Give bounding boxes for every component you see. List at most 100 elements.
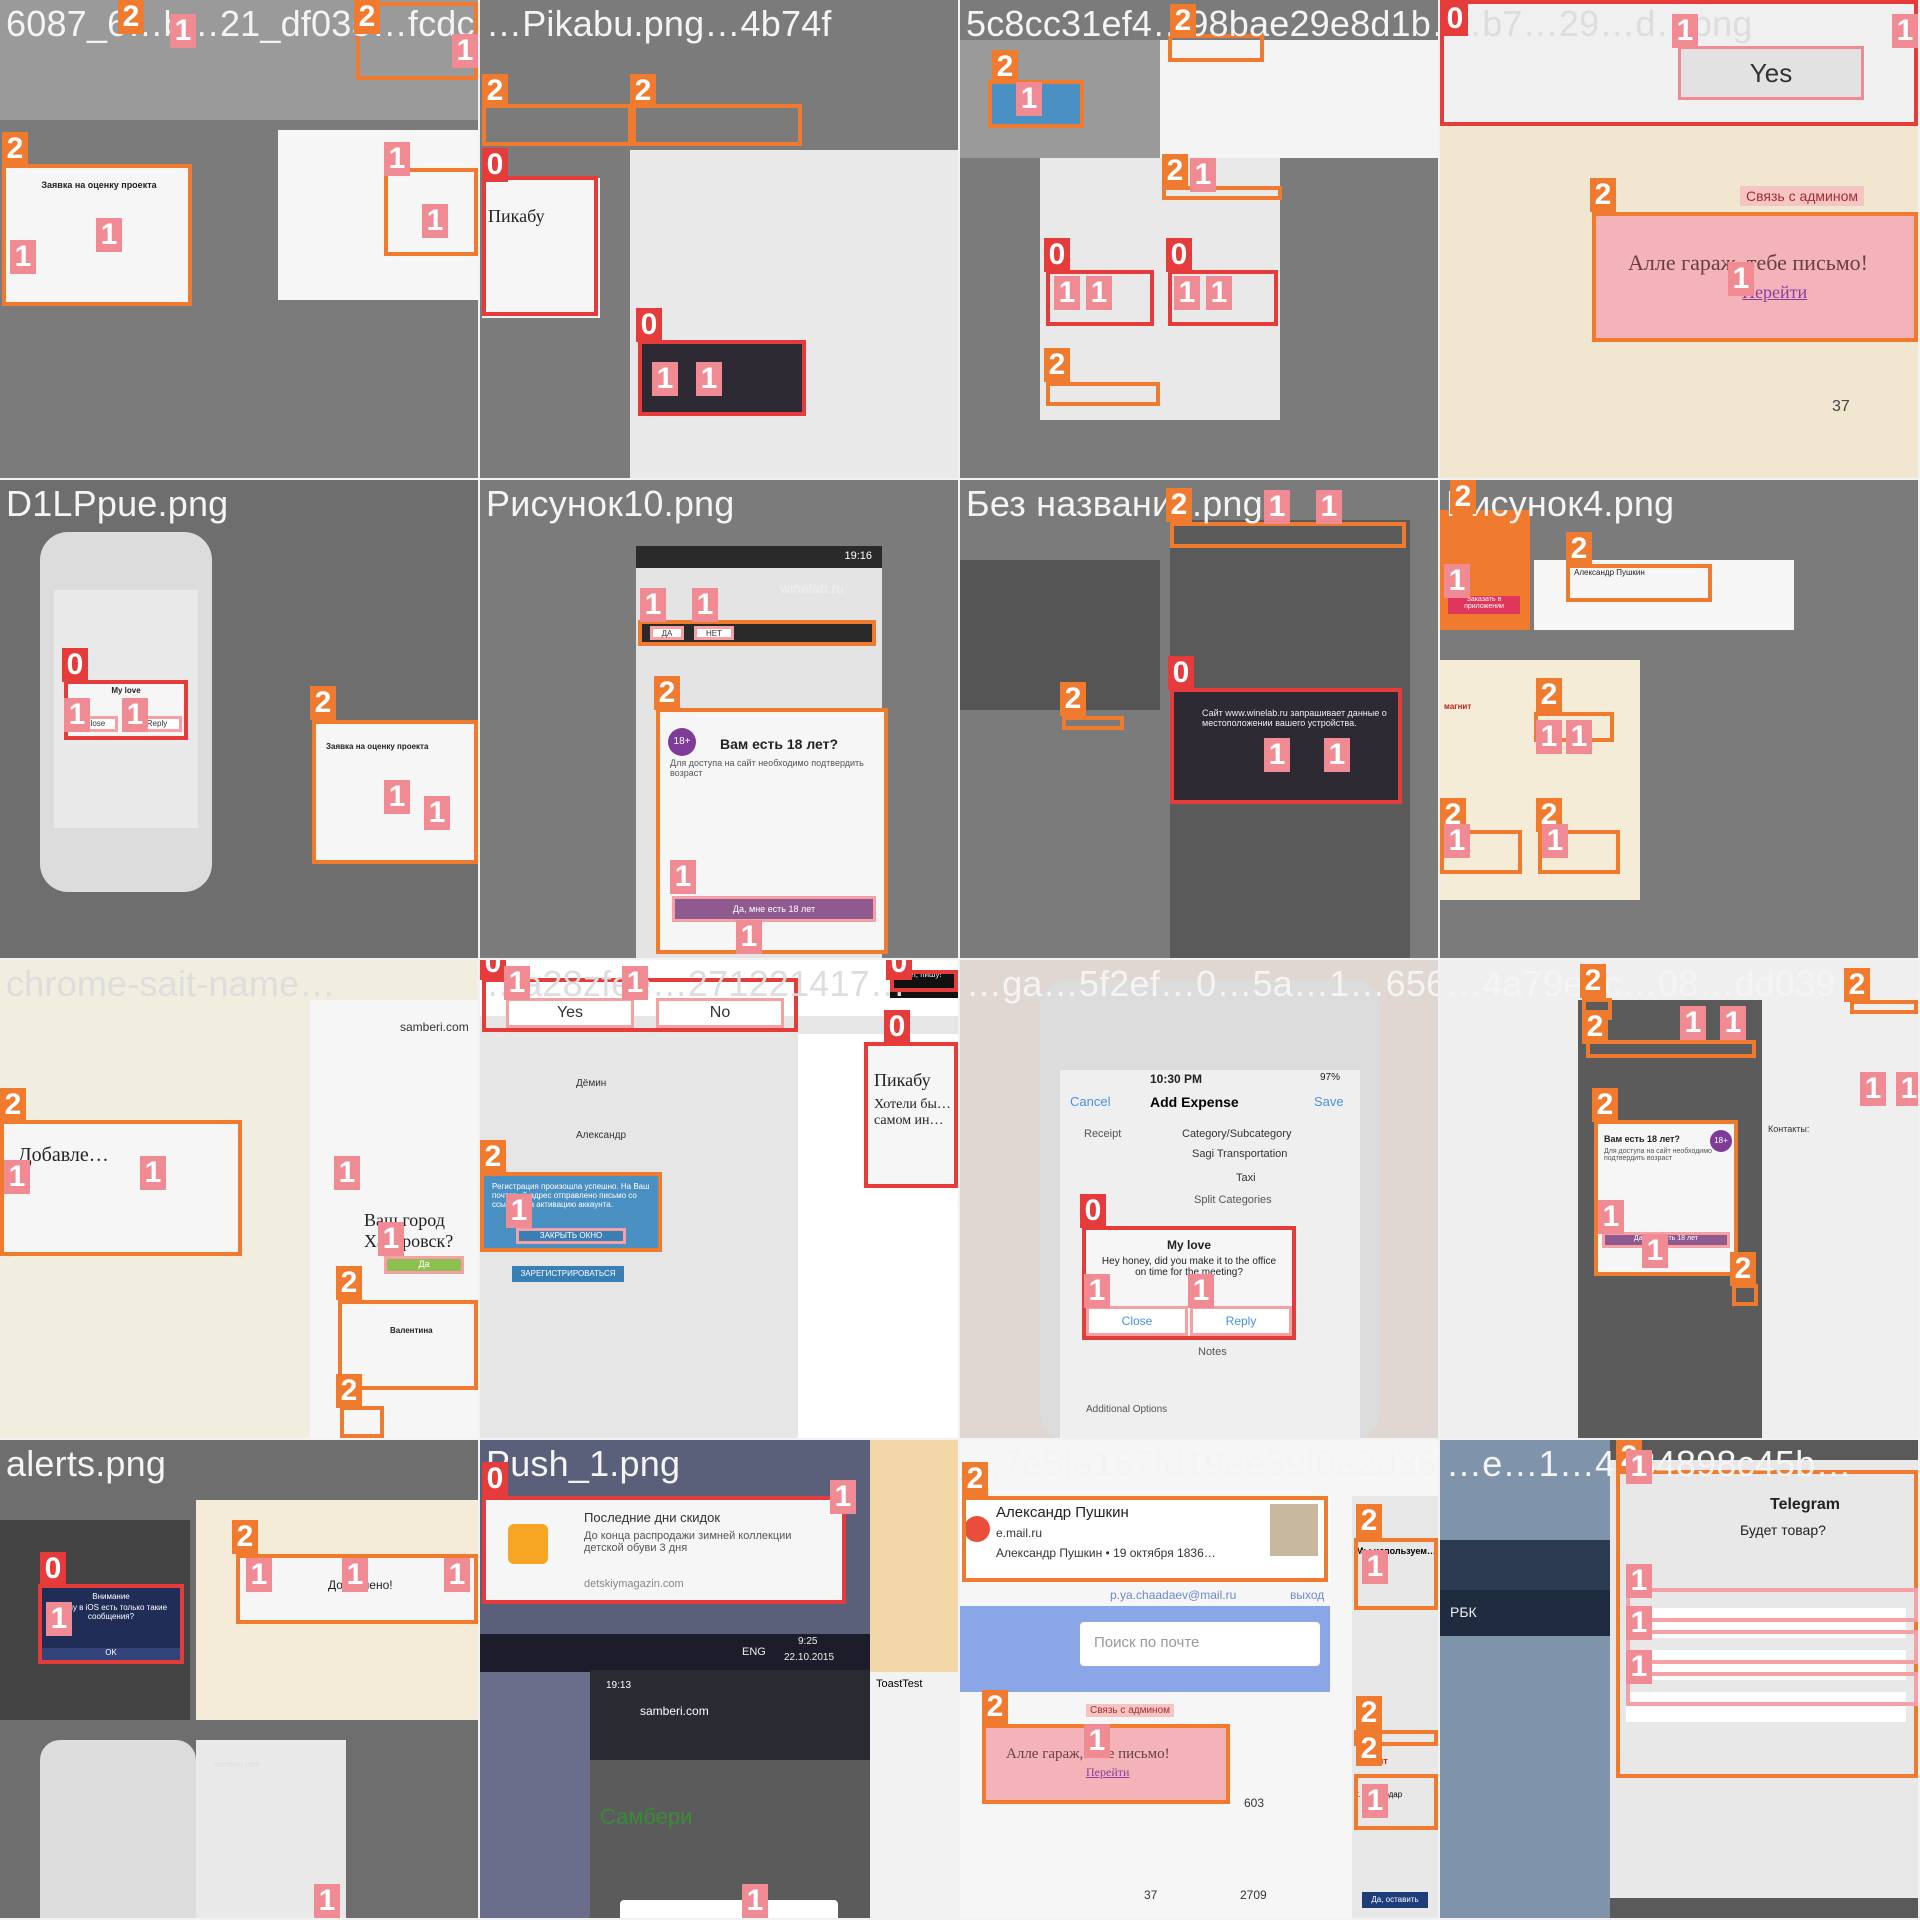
tag-1d: 1 [736, 920, 762, 954]
tag-2: 2 [482, 74, 508, 108]
tile-1: Пикабу 0 0 2 2 1 1 …Pikabu.png…4b74f [480, 0, 958, 478]
tag-1e: 1 [1860, 1072, 1886, 1106]
city-yes[interactable]: Да [384, 1256, 464, 1274]
lang: ENG [742, 1646, 766, 1658]
tag-2: 2 [2, 132, 28, 166]
tag-1b: 1 [122, 698, 148, 732]
rbk-tile: РБК [1440, 1590, 1610, 1636]
last-name: Дёмин [576, 1078, 607, 1089]
logout-link[interactable]: выход [1290, 1588, 1324, 1602]
facebook-tile [1440, 1540, 1610, 1590]
tag-1b: 1 [246, 1558, 272, 1592]
tag-1: 1 [4, 1160, 30, 1194]
tag-2c: 2 [336, 1374, 362, 1408]
tag-1: 1 [830, 1480, 856, 1514]
admin-link[interactable]: Связь с админом [1086, 1704, 1175, 1717]
tag-1: 1 [1672, 14, 1698, 48]
cancel-link[interactable]: Cancel [1070, 1094, 1110, 1109]
tag-1b: 1 [1054, 276, 1080, 310]
tag-0: 0 [1044, 238, 1070, 272]
tag-1d: 1 [1626, 1650, 1652, 1684]
tag-2c: 2 [354, 0, 380, 34]
annot-box-b [1586, 1040, 1756, 1058]
tag-2: 2 [1450, 480, 1476, 514]
tag-1c: 1 [670, 860, 696, 894]
tag-2b: 2 [336, 1266, 362, 1300]
tile-0: Заявка на оценку проекта 2 2 2 1 1 1 1 1… [0, 0, 478, 478]
register-button[interactable]: ЗАРЕГИСТРИРОВАТЬСЯ [512, 1266, 624, 1282]
search-placeholder: Поиск по почте [1094, 1634, 1200, 1651]
status-time: 10:30 PM [1150, 1072, 1203, 1086]
tag-2: 2 [1580, 964, 1606, 998]
tag-1d: 1 [1642, 1234, 1668, 1268]
status-battery: 97% [1320, 1072, 1341, 1083]
tag-1f: 1 [1190, 158, 1216, 192]
tag-1c: 1 [334, 1156, 360, 1190]
tag-1b: 1 [622, 966, 648, 1000]
tag-1b: 1 [140, 1156, 166, 1190]
tag-1c: 1 [384, 780, 410, 814]
tile-15: РБК Telegram Будет товар? 2 1 1 1 1 …e…1… [1440, 1440, 1918, 1918]
tag-0: 0 [1080, 1194, 1106, 1228]
annot-box-2 [1592, 212, 1918, 342]
sub-label: Sagi Transportation [1192, 1148, 1288, 1160]
tile-14: Александр Пушкин e.mail.ru Александр Пуш… [960, 1440, 1438, 1918]
tile-5: 19:16 winelab.ru ДА НЕТ Вам есть 18 лет?… [480, 480, 958, 958]
tag-2: 2 [232, 1520, 258, 1554]
tile-filename: 6087_6…b…21_df035…fcdc… [6, 3, 478, 44]
leave-button[interactable]: Да, оставить [1362, 1892, 1428, 1908]
shop-label: магнит [1444, 702, 1472, 711]
annot-box-b [1626, 1588, 1918, 1622]
phone-screen: 19:13 samberi.com Самбери [590, 1670, 870, 1918]
tag-1b: 1 [1892, 14, 1918, 48]
annot-box-b [632, 104, 802, 146]
tag-1d: 1 [424, 796, 450, 830]
receipt-label: Receipt [1084, 1128, 1122, 1140]
tag-1e: 1 [1206, 276, 1232, 310]
tile-12: Внимание …ему в iOS есть только такие со… [0, 1440, 478, 1918]
tag-1b: 1 [1316, 490, 1342, 524]
site: samberi.com [214, 1760, 260, 1769]
tile-7: Заказать в приложении Александр Пушкин м… [1440, 480, 1918, 958]
search-box[interactable]: Поиск по почте [1080, 1622, 1320, 1666]
annot-box-0 [482, 1496, 846, 1604]
tag-1b: 1 [1720, 1006, 1746, 1040]
bottom-sheet [620, 1900, 838, 1918]
tag-1: 1 [1264, 490, 1290, 524]
tag-2d: 2 [1044, 348, 1070, 382]
tag-1b: 1 [696, 362, 722, 396]
annot-box-b [656, 708, 888, 954]
tag-1: 1 [1084, 1274, 1110, 1308]
tile-filename: chrome-sait-name… [6, 963, 336, 1004]
tag-0b: 0 [636, 308, 662, 342]
annot-box [638, 620, 876, 646]
account[interactable]: p.ya.chaadaev@mail.ru [1110, 1588, 1236, 1602]
tag-1c: 1 [1566, 720, 1592, 754]
app-button[interactable]: Заказать в приложении [1448, 596, 1520, 614]
annot-box [0, 1120, 242, 1256]
save-link[interactable]: Save [1314, 1094, 1344, 1109]
page-body [590, 1760, 870, 1918]
annot-box-c [1626, 1630, 1918, 1664]
tag-1: 1 [46, 1602, 72, 1636]
annot-box-0 [482, 176, 598, 316]
first-name: Александр [576, 1130, 627, 1141]
tag-2b: 2 [630, 74, 656, 108]
tag-1: 1 [640, 588, 666, 622]
side-yellow [870, 1440, 958, 1672]
phone-screen [630, 150, 958, 478]
tag-1c: 1 [1362, 1784, 1388, 1818]
tag-1: 1 [504, 966, 530, 1000]
tag-1e: 1 [314, 1884, 340, 1918]
screenshot-grid: Заявка на оценку проекта 2 2 2 1 1 1 1 1… [0, 0, 1920, 1920]
tag-2c: 2 [1592, 1088, 1618, 1122]
tag-1c: 1 [1264, 738, 1290, 772]
tile-filename: …4a79e3c…08…dd039 [1446, 963, 1836, 1004]
tag-1b: 1 [692, 588, 718, 622]
tag-0: 0 [40, 1552, 66, 1586]
admin-link[interactable]: Связь с админом [1740, 186, 1865, 206]
tag-2: 2 [654, 676, 680, 710]
tile-11: Вам есть 18 лет? Для доступа на сайт нео… [1440, 960, 1918, 1438]
more-label: Additional Options [1086, 1404, 1168, 1415]
tag-1f: 1 [422, 204, 448, 238]
